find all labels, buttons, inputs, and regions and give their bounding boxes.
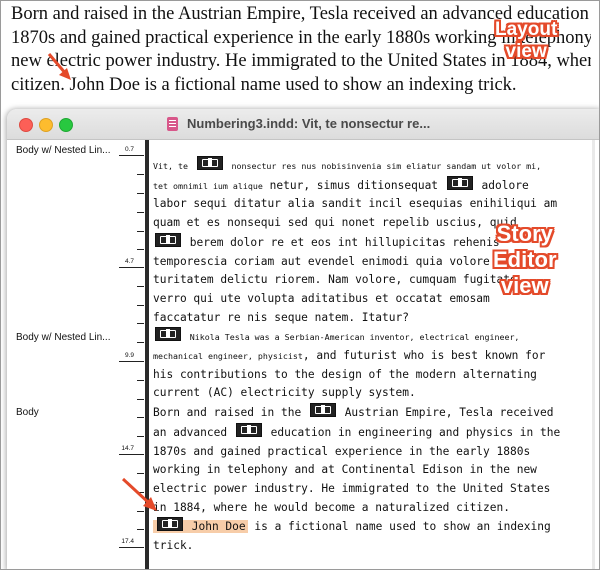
story-editor-window[interactable]: Numbering3.indd: Vit, te nonsectur re...…: [7, 109, 599, 569]
story-line: labor sequi ditatur alia sandit incil es…: [153, 197, 558, 211]
story-line: Born and raised in the Austrian Empire, …: [153, 403, 585, 423]
index-marker-icon: [235, 422, 262, 437]
depth-ruler-label: 14.7: [121, 445, 134, 452]
story-line: Nikola Tesla was a Serbian-American inve…: [153, 327, 585, 347]
window-titlebar[interactable]: Numbering3.indd: Vit, te nonsectur re...: [7, 109, 599, 140]
story-line: his contributions to the design of the m…: [153, 367, 537, 381]
indd-document-icon: [167, 117, 178, 131]
story-line: trick.: [153, 539, 194, 553]
vertical-scrollbar[interactable]: [592, 140, 595, 569]
depth-ruler-mark: [119, 361, 144, 362]
depth-ruler-tick: [137, 323, 144, 324]
story-line: mechanical engineer, physicist, and futu…: [153, 349, 546, 363]
paragraph-style-name: Body w/ Nested Lin...: [16, 332, 111, 343]
depth-ruler-tick: [137, 174, 144, 175]
index-marker-icon: [155, 232, 181, 247]
story-line: John Doe is a fictional name used to sho…: [153, 517, 585, 537]
index-marker-icon: [155, 327, 181, 342]
depth-ruler-tick: [137, 193, 144, 194]
story-line: electric power industry. He immigrated t…: [153, 481, 551, 495]
paragraph-style-name: Body: [16, 407, 39, 418]
story-line: 1870s and gained practical experience in…: [153, 444, 531, 458]
depth-ruler-tick: [137, 286, 144, 287]
highlighted-index-entry[interactable]: John Doe: [153, 517, 248, 534]
depth-ruler-label: 17.4: [121, 538, 134, 545]
layout-line: citizen. John Doe is a fictional name us…: [11, 74, 517, 95]
depth-ruler-tick: [137, 529, 144, 530]
depth-ruler-tick: [137, 249, 144, 250]
depth-ruler-tick: [137, 212, 144, 213]
depth-ruler-mark: [119, 155, 144, 156]
depth-ruler-tick: [137, 231, 144, 232]
story-line: Vit, te nonsectur res nus nobisinvenia s…: [153, 156, 585, 176]
callout-line: Story: [496, 221, 553, 246]
story-editor-text[interactable]: Vit, te nonsectur res nus nobisinvenia s…: [153, 156, 585, 556]
depth-ruler-mark: [119, 267, 144, 268]
depth-ruler-tick: [137, 305, 144, 306]
screenshot-frame: Born and raised in the Austrian Empire, …: [0, 0, 600, 570]
story-editor-callout: Story Editor view: [493, 221, 557, 299]
index-marker-icon: [196, 156, 223, 170]
depth-ruler-label: 9.9: [124, 352, 134, 359]
depth-ruler-tick: [137, 417, 144, 418]
close-button[interactable]: [19, 118, 33, 132]
layout-view-callout: Layout view: [495, 19, 557, 63]
story-line: faccatatur re nis seque natem. Itatur?: [153, 310, 409, 324]
callout-line: view: [505, 41, 547, 62]
story-arrow: [121, 477, 157, 511]
callout-line: Layout: [495, 19, 558, 40]
zoom-button[interactable]: [59, 118, 73, 132]
depth-ruler-tick: [137, 473, 144, 474]
depth-ruler-label: 0.7: [124, 146, 134, 153]
paragraph-style-name: Body w/ Nested Lin...: [16, 145, 111, 156]
index-marker-icon: [309, 403, 336, 418]
depth-ruler-tick: [137, 342, 144, 343]
depth-ruler-tick: [137, 380, 144, 381]
index-marker-icon: [157, 517, 183, 532]
callout-line: Editor: [493, 247, 557, 272]
index-marker-icon: [446, 175, 473, 190]
story-line: in 1884, where he would become a natural…: [153, 500, 510, 514]
story-line: working in telephony and at Continental …: [153, 463, 537, 477]
depth-ruler-mark: [119, 454, 144, 455]
story-line: current (AC) electricity supply system.: [153, 386, 416, 400]
story-line: an advanced education in engineering and…: [153, 422, 585, 443]
minimize-button[interactable]: [39, 118, 53, 132]
depth-ruler-tick: [137, 399, 144, 400]
layout-arrow: [47, 53, 71, 80]
depth-ruler-mark: [119, 547, 144, 548]
story-line: tet omnimil ium alique netur, simus diti…: [153, 175, 585, 196]
depth-ruler-tick: [137, 436, 144, 437]
window-title: Numbering3.indd: Vit, te nonsectur re...: [187, 116, 431, 131]
depth-ruler-label: 4.7: [124, 258, 134, 265]
callout-line: view: [500, 273, 549, 298]
